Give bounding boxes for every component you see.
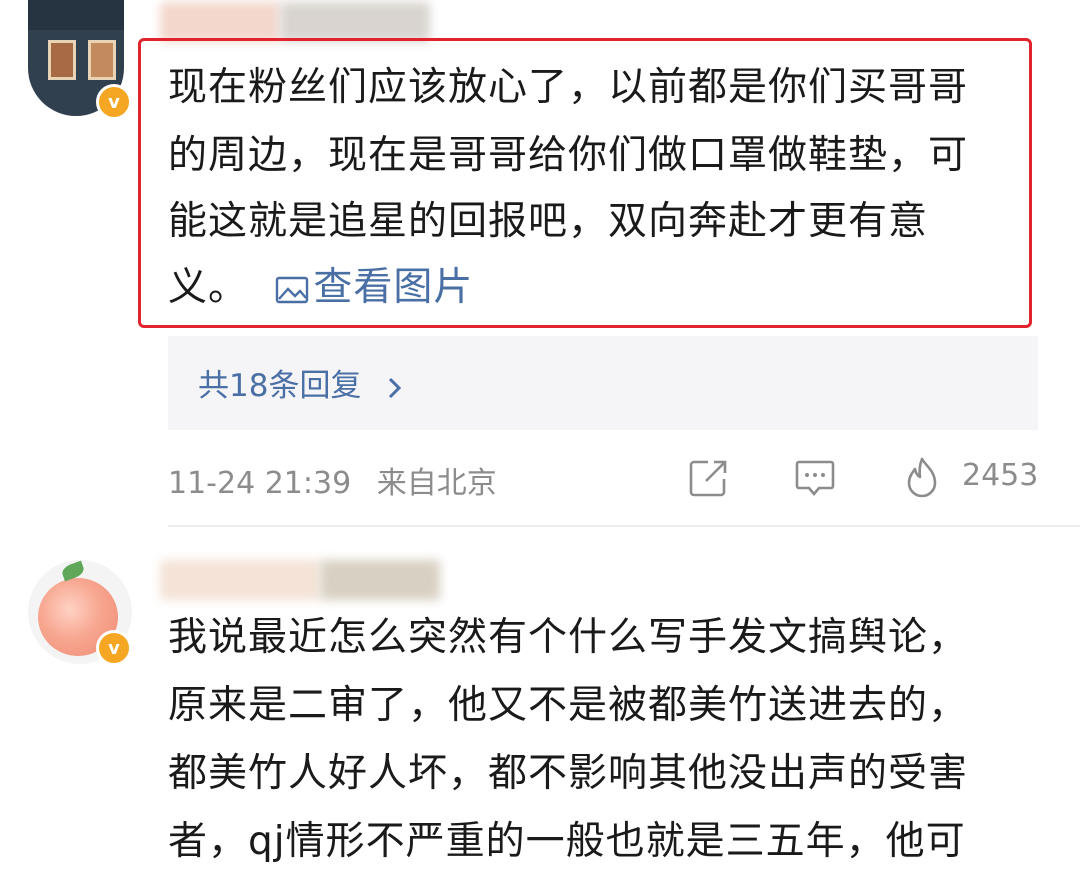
divider <box>168 525 1080 527</box>
view-image-label: 查看图片 <box>313 265 474 310</box>
blurred-username <box>320 560 440 600</box>
comment-meta: 11-24 21:39 来自北京 <box>168 458 497 502</box>
blurred-username <box>160 2 280 42</box>
location: 来自北京 <box>376 466 497 501</box>
replies-link[interactable]: 共18条回复 <box>198 360 405 405</box>
like-count: 2453 <box>962 458 1039 493</box>
share-icon[interactable] <box>688 458 728 498</box>
comment-icon[interactable] <box>794 458 836 498</box>
comment-text-last-line: 义。 查看图片 <box>168 256 473 320</box>
comment-text-line: 能这就是追星的回报吧，双向奔赴才更有意 <box>168 199 929 244</box>
like-flame-icon[interactable] <box>902 456 942 500</box>
image-icon <box>276 276 309 303</box>
comment-text-line: 义。 <box>168 265 249 310</box>
avatar-decoration <box>88 40 116 80</box>
verified-badge-icon: v <box>96 84 132 120</box>
avatar-background <box>28 0 124 30</box>
comment-text-line: 我说最近怎么突然有个什么写手发文搞舆论， <box>168 615 969 660</box>
comment-text-line: 原来是二审了，他又不是被都美竹送进去的， <box>168 683 969 728</box>
blurred-username <box>280 2 430 42</box>
comment-text-line: 者，qj情形不严重的一般也就是三五年，他可 <box>168 819 966 864</box>
chevron-right-icon <box>389 377 402 398</box>
avatar-decoration <box>48 40 76 80</box>
comment-text-line: 现在粉丝们应该放心了，以前都是你们买哥哥 <box>168 65 969 110</box>
blurred-username <box>160 560 320 600</box>
reply-summary-box[interactable]: 共18条回复 <box>168 336 1038 430</box>
comment-text-line: 都美竹人好人坏，都不影响其他没出声的受害 <box>168 751 969 796</box>
comment-text-line: 的周边，现在是哥哥给你们做口罩做鞋垫，可 <box>168 133 969 178</box>
verified-badge-icon: v <box>96 630 132 666</box>
view-image-link[interactable]: 查看图片 <box>275 265 473 310</box>
replies-label: 共18条回复 <box>198 368 362 404</box>
timestamp: 11-24 21:39 <box>168 466 352 501</box>
